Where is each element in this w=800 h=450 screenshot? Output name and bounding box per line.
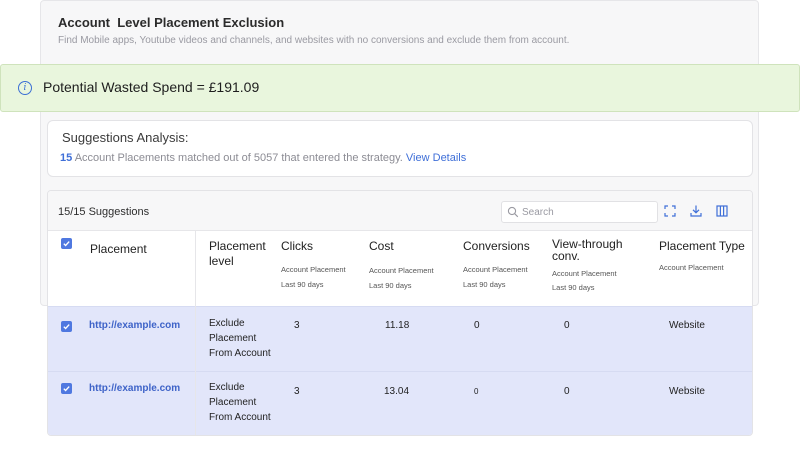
row-checkbox[interactable] (61, 383, 72, 394)
col-placement-type-sub1: Account Placement (659, 263, 724, 272)
view-details-link[interactable]: View Details (406, 152, 466, 164)
col-view-through[interactable]: View-through conv. (552, 238, 642, 262)
placement-type-value: Website (669, 386, 705, 397)
col-conversions[interactable]: Conversions (463, 239, 530, 254)
suggestions-count: 15/15 Suggestions (58, 206, 150, 218)
cost-value: 13.04 (384, 386, 410, 397)
columns-icon[interactable] (715, 204, 729, 218)
col-conversions-sub2: Last 90 days (463, 280, 506, 289)
matched-text: Account Placements matched out of 5057 t… (72, 152, 406, 164)
col-placement-type[interactable]: Placement Type (659, 239, 745, 254)
wasted-spend-banner: i Potential Wasted Spend = £191.09 (0, 64, 800, 112)
search-input[interactable] (522, 204, 652, 220)
wasted-spend-message: Potential Wasted Spend = £191.09 (43, 79, 260, 95)
col-view-through-sub2: Last 90 days (552, 283, 595, 292)
check-icon (63, 386, 70, 392)
strategy-title: Account Level Placement Exclusion (58, 15, 285, 30)
info-icon: i (18, 81, 32, 95)
search-box[interactable] (501, 201, 658, 223)
suggestions-analysis-panel: Suggestions Analysis: 15 Account Placeme… (47, 120, 753, 177)
suggestions-analysis-heading: Suggestions Analysis: (62, 130, 189, 145)
suggestions-table: 15/15 Suggestions Placement Placement le… (47, 190, 753, 436)
col-cost-sub1: Account Placement (369, 266, 434, 275)
table-toolbar: 15/15 Suggestions (48, 191, 752, 231)
col-view-through-sub1: Account Placement (552, 269, 617, 278)
table-row[interactable]: http://example.com Exclude Placement Fro… (48, 371, 752, 435)
placement-level: Exclude Placement From Account (209, 318, 271, 359)
col-clicks[interactable]: Clicks (281, 239, 313, 254)
col-clicks-sub2: Last 90 days (281, 280, 324, 289)
placement-link[interactable]: http://example.com (89, 381, 180, 396)
clicks-value: 3 (294, 320, 300, 331)
col-placement-level[interactable]: Placement level (209, 239, 274, 269)
strategy-description: Find Mobile apps, Youtube videos and cha… (58, 35, 570, 46)
row-checkbox[interactable] (61, 321, 72, 332)
view-through-value: 0 (564, 386, 570, 397)
conversions-value: 0 (474, 387, 479, 396)
placement-level: Exclude Placement From Account (209, 382, 271, 423)
table-header: Placement Placement level Clicks Account… (48, 231, 752, 306)
col-cost[interactable]: Cost (369, 239, 394, 254)
clicks-value: 3 (294, 386, 300, 397)
check-icon (63, 324, 70, 330)
check-icon (63, 241, 70, 247)
conversions-value: 0 (474, 320, 480, 331)
placement-type-value: Website (669, 320, 705, 331)
col-conversions-sub1: Account Placement (463, 265, 528, 274)
matched-count: 15 (60, 152, 73, 164)
table-row[interactable]: http://example.com Exclude Placement Fro… (48, 306, 752, 371)
placement-link[interactable]: http://example.com (89, 318, 180, 333)
suggestions-analysis-summary: 15 Account Placements matched out of 505… (60, 152, 466, 164)
column-divider (195, 231, 196, 435)
view-through-value: 0 (564, 320, 570, 331)
cost-value: 11.18 (385, 320, 410, 331)
col-cost-sub2: Last 90 days (369, 281, 412, 290)
expand-icon[interactable] (663, 204, 677, 218)
search-icon (507, 206, 519, 218)
col-placement[interactable]: Placement (90, 242, 147, 257)
select-all-checkbox[interactable] (61, 238, 72, 249)
col-clicks-sub1: Account Placement (281, 265, 346, 274)
download-icon[interactable] (689, 204, 703, 218)
